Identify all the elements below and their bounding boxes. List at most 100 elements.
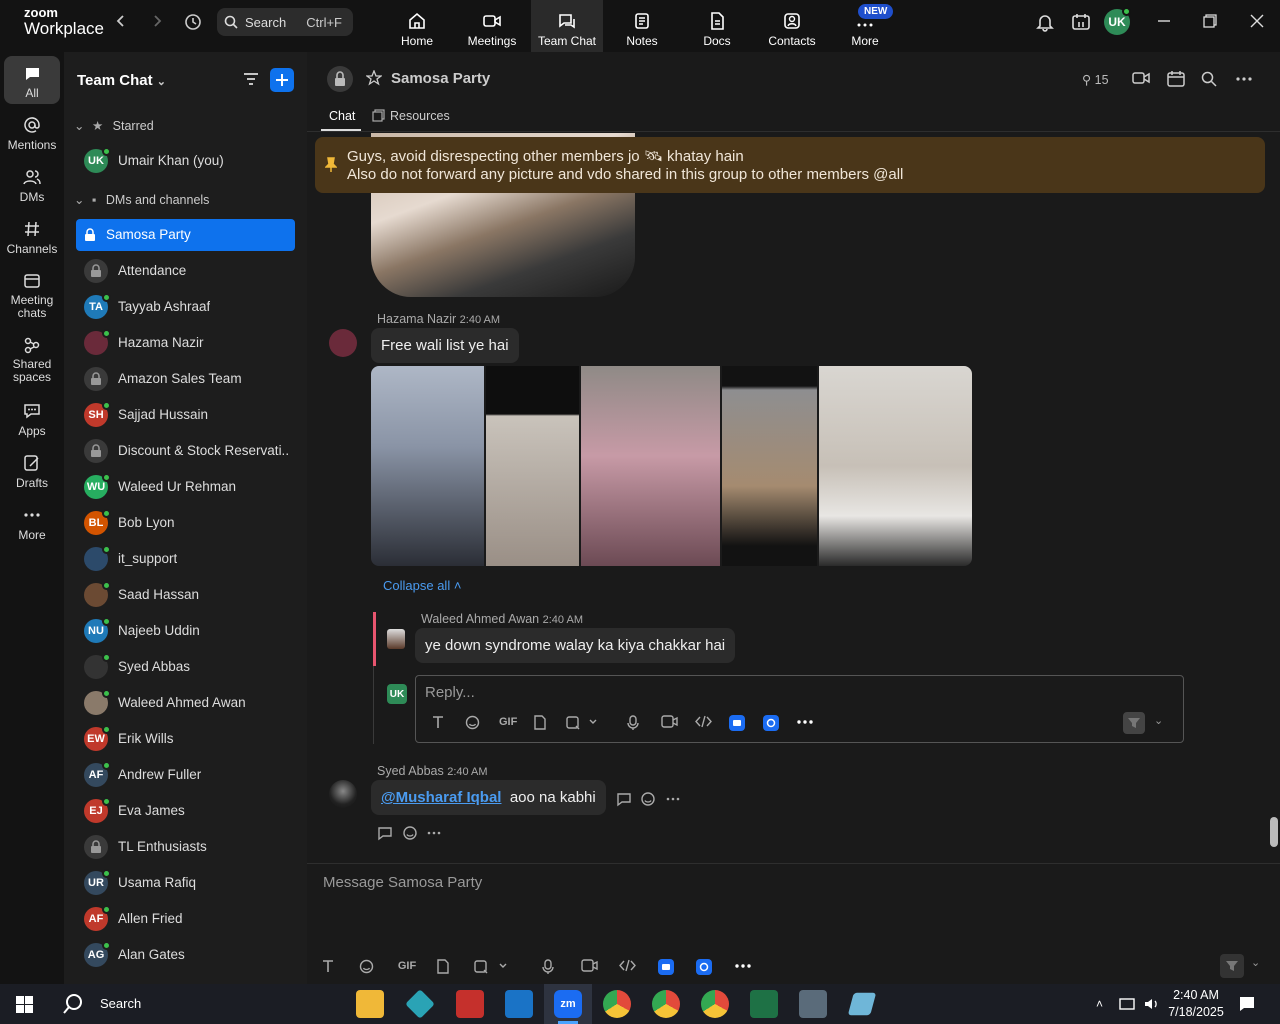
sidebar-item-umair-khan[interactable]: UK Umair Khan (you) [76,145,295,177]
sidebar-item-saad-hassan[interactable]: Saad Hassan [76,579,295,611]
gallery-photo[interactable] [371,366,484,566]
message-input[interactable]: Message Samosa Party [323,874,482,891]
emoji-reaction-icon[interactable] [640,791,656,807]
rail-apps[interactable]: Apps [0,402,64,438]
search-icon[interactable] [1201,71,1217,87]
gif-icon[interactable]: GIF [398,960,416,972]
star-channel-icon[interactable] [366,70,382,86]
app-blue-icon[interactable] [657,959,674,975]
message-composer[interactable]: Message Samosa Party GIF ⌄ [307,863,1280,984]
taskbar-search-icon[interactable] [62,993,84,1015]
screenshot-icon[interactable] [473,959,489,974]
sidebar-item-attendance[interactable]: Attendance [76,255,295,287]
more-options-icon[interactable] [1236,77,1252,81]
video-message-icon[interactable] [581,959,598,972]
gallery-photo[interactable] [722,366,817,566]
global-search[interactable]: Search Ctrl+F [217,8,353,36]
screenshot-icon[interactable] [566,715,581,730]
chrome-icon[interactable] [652,990,680,1018]
image-gallery[interactable] [371,366,972,566]
members-button[interactable]: ⚲ 15 [1082,72,1109,87]
calendar-icon[interactable] [1167,70,1185,87]
code-icon[interactable] [619,959,637,972]
file-explorer-icon[interactable] [356,990,384,1018]
rail-meeting-chats[interactable]: Meeting chats [0,272,64,320]
app-blue-icon[interactable] [696,959,713,975]
more-dots-icon[interactable] [797,720,813,724]
chrome-icon[interactable] [603,990,631,1018]
sidebar-item-najeeb-uddin[interactable]: NU Najeeb Uddin [76,615,295,647]
microphone-icon[interactable] [542,959,555,975]
more-options-icon[interactable] [666,797,680,801]
system-clock[interactable]: 2:40 AM 7/18/2025 [1166,987,1226,1021]
sidebar-item-amazon-sales-team[interactable]: Amazon Sales Team [76,363,295,395]
sidebar-item-it-support[interactable]: it_support [76,543,295,575]
sidebar-item-samosa-party[interactable]: Samosa Party [76,219,295,251]
taskbar-search-label[interactable]: Search [100,996,141,1011]
starred-section-header[interactable]: ⌄ ★ Starred [74,118,154,133]
collapse-all-link[interactable]: Collapse all ˄ [383,578,461,593]
tab-chat[interactable]: Chat [329,109,355,123]
forward-arrow-icon[interactable] [150,14,164,28]
microphone-icon[interactable] [627,715,639,731]
rail-dms[interactable]: DMs [0,168,64,204]
sidebar-item-hazama-nazir[interactable]: Hazama Nazir [76,327,295,359]
gallery-photo[interactable] [819,366,972,566]
nav-docs[interactable]: Docs [681,0,753,52]
sidebar-item-syed-abbas[interactable]: Syed Abbas [76,651,295,683]
rail-shared-spaces[interactable]: Shared spaces [0,336,64,384]
sidebar-item-usama-rafiq[interactable]: UR Usama Rafiq [76,867,295,899]
mention-link[interactable]: @Musharaf Iqbal [381,789,501,806]
gallery-photo[interactable] [581,366,720,566]
sidebar-item-allen-fried[interactable]: AF Allen Fried [76,903,295,935]
network-icon[interactable] [1118,996,1136,1012]
video-message-icon[interactable] [661,715,678,728]
video-call-icon[interactable] [1132,71,1150,85]
sidebar-item-sajjad-hussain[interactable]: SH Sajjad Hussain [76,399,295,431]
app-blue-icon[interactable] [763,715,779,731]
reply-box[interactable]: Reply... GIF ⌄ [415,675,1184,743]
sender-name[interactable]: Waleed Ahmed Awan [421,612,539,626]
sidebar-item-bob-lyon[interactable]: BL Bob Lyon [76,507,295,539]
avatar[interactable] [329,329,357,357]
reply-thread-icon[interactable] [616,791,632,807]
sidebar-item-erik-wills[interactable]: EW Erik Wills [76,723,295,755]
app-blue-icon[interactable] [729,715,745,731]
sidebar-item-waleed-ur-rehman[interactable]: WU Waleed Ur Rehman [76,471,295,503]
app-icon[interactable] [405,989,435,1019]
sidebar-item-andrew-fuller[interactable]: AF Andrew Fuller [76,759,295,791]
gallery-photo[interactable] [486,366,579,566]
sidebar-title[interactable]: Team Chat ⌄ [77,72,166,89]
nav-home[interactable]: Home [381,0,453,52]
reply-thread-icon[interactable] [377,825,393,841]
app-icon[interactable] [847,992,877,1016]
rail-mentions[interactable]: Mentions [0,116,64,152]
avatar[interactable] [329,780,357,808]
close-icon[interactable] [1250,14,1264,28]
rail-all[interactable]: All [4,56,60,104]
emoji-icon[interactable] [465,715,480,730]
calendar-app-icon[interactable] [1071,12,1091,32]
minimize-icon[interactable] [1157,14,1171,28]
nav-meetings[interactable]: Meetings [456,0,528,52]
emoji-icon[interactable] [359,959,374,974]
chevron-down-icon[interactable] [498,962,508,970]
history-icon[interactable] [183,12,203,32]
nav-contacts[interactable]: Contacts [756,0,828,52]
sidebar-item-alan-gates[interactable]: AG Alan Gates [76,939,295,971]
sidebar-item-waleed-ahmed-awan[interactable]: Waleed Ahmed Awan [76,687,295,719]
scrollbar[interactable] [1270,817,1278,847]
chevron-down-icon[interactable] [588,718,598,726]
sidebar-item-discount-stock-reservati[interactable]: Discount & Stock Reservati... [76,435,295,467]
send-icon[interactable] [1220,954,1244,978]
chevron-down-icon[interactable]: ⌄ [1154,714,1163,727]
sidebar-item-tl-enthusiasts[interactable]: TL Enthusiasts [76,831,295,863]
sender-name[interactable]: Hazama Nazir [377,312,456,326]
avatar[interactable] [387,629,405,649]
back-arrow-icon[interactable] [114,14,128,28]
chevron-up-icon[interactable]: ˄ [1096,997,1103,1011]
outlook-icon[interactable] [505,990,533,1018]
volume-icon[interactable] [1143,996,1161,1012]
sidebar-item-eva-james[interactable]: EJ Eva James [76,795,295,827]
more-options-icon[interactable] [427,831,441,835]
